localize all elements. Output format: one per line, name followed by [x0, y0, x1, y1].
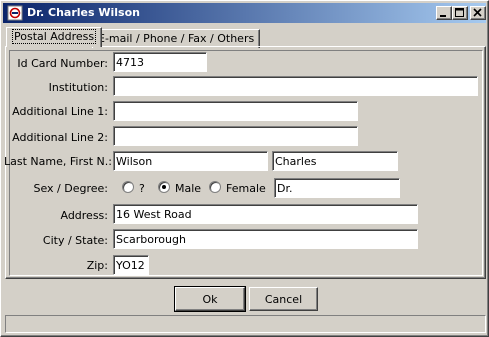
institution-label: Institution: — [48, 81, 108, 94]
additional-line-1-input[interactable] — [113, 101, 358, 121]
dialog-window: Dr. Charles Wilson E-mail / Phone / Fax … — [0, 0, 489, 337]
close-icon — [473, 8, 482, 17]
sex-female-label: Female — [226, 182, 266, 195]
title-bar[interactable]: Dr. Charles Wilson — [3, 3, 486, 23]
zip-input[interactable]: YO12 — [113, 255, 149, 275]
name-label: Last Name, First N.: — [4, 155, 112, 168]
sex-unknown-radio[interactable] — [122, 181, 134, 193]
id-card-input[interactable]: 4713 — [113, 52, 207, 72]
additional-line-2-label: Additional Line 2: — [12, 131, 108, 144]
city-state-input[interactable]: Scarborough — [113, 229, 418, 249]
ok-button[interactable]: Ok — [174, 286, 246, 312]
address-input[interactable]: 16 West Road — [113, 204, 418, 224]
sex-unknown-label: ? — [139, 182, 145, 195]
additional-line-1-label: Additional Line 1: — [12, 105, 108, 118]
maximize-button[interactable] — [452, 6, 468, 20]
tab-postal-address-label: Postal Address — [12, 29, 97, 44]
close-button[interactable] — [470, 6, 486, 20]
sex-female-radio[interactable] — [209, 181, 221, 193]
app-icon — [7, 5, 23, 21]
maximize-icon — [455, 8, 464, 17]
degree-input[interactable]: Dr. — [274, 178, 400, 198]
additional-line-2-input[interactable] — [113, 126, 358, 146]
minimize-button[interactable] — [436, 6, 452, 20]
id-card-label: Id Card Number: — [17, 57, 108, 70]
city-state-label: City / State: — [42, 234, 108, 247]
radio-selected-dot — [162, 185, 166, 189]
sex-degree-label: Sex / Degree: — [33, 182, 108, 195]
zip-label: Zip: — [86, 259, 108, 272]
address-label: Address: — [60, 209, 108, 222]
window-title: Dr. Charles Wilson — [27, 6, 140, 19]
sex-male-label: Male — [175, 182, 202, 195]
first-name-input[interactable]: Charles — [272, 151, 398, 171]
cancel-button[interactable]: Cancel — [249, 287, 318, 311]
sex-male-radio[interactable] — [158, 181, 170, 193]
status-bar — [5, 315, 486, 333]
minimize-icon — [440, 15, 446, 17]
tab-postal-address[interactable]: Postal Address — [6, 27, 103, 47]
institution-input[interactable] — [113, 76, 478, 96]
last-name-input[interactable]: Wilson — [113, 151, 268, 171]
